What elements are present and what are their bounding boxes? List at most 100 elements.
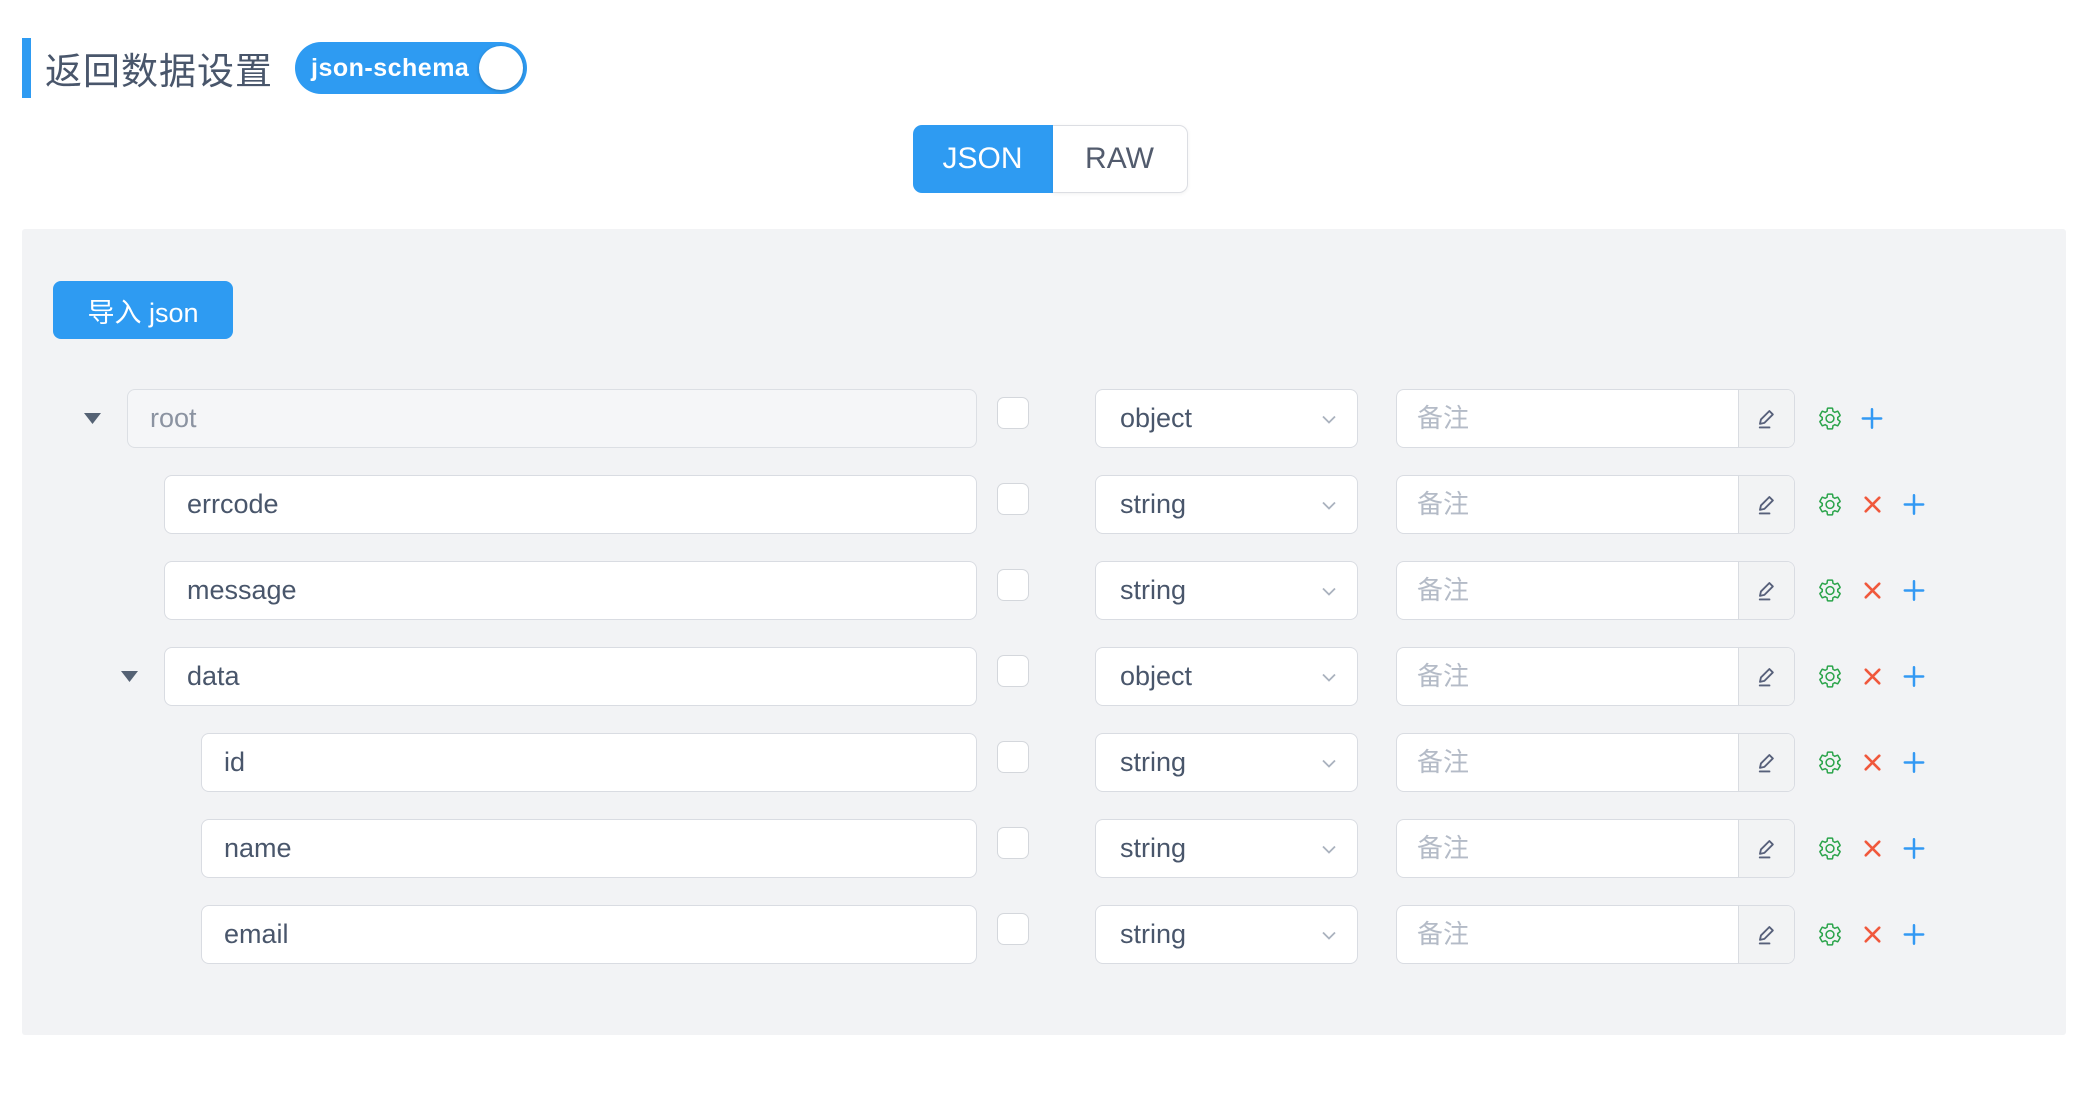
field-name-input[interactable] [201,905,977,964]
row-actions [1817,406,1927,432]
delete-field-icon[interactable] [1859,492,1885,518]
settings-icon[interactable] [1817,664,1843,690]
schema-row: object [22,647,1927,706]
comment-field-group [1396,905,1795,964]
edit-pencil-icon [1754,836,1780,862]
edit-pencil-icon [1754,664,1780,690]
comment-input[interactable] [1397,476,1738,533]
required-checkbox[interactable] [997,655,1029,687]
import-json-button[interactable]: 导入 json [53,281,233,339]
delete-field-icon[interactable] [1859,750,1885,776]
edit-pencil-icon [1754,750,1780,776]
add-field-icon[interactable] [1901,578,1927,604]
schema-row: string [22,733,1927,792]
collapse-caret-icon[interactable] [112,671,147,682]
required-checkbox[interactable] [997,827,1029,859]
comment-field-group [1396,819,1795,878]
comment-field-group [1396,561,1795,620]
comment-input[interactable] [1397,734,1738,791]
type-select[interactable]: string [1095,475,1358,534]
field-name-input[interactable] [201,819,977,878]
delete-field-icon[interactable] [1859,664,1885,690]
schema-row: string [22,905,1927,964]
schema-row: object [22,389,1927,448]
comment-field-group [1396,389,1795,448]
settings-icon[interactable] [1817,922,1843,948]
field-name-input[interactable] [164,475,977,534]
comment-input[interactable] [1397,562,1738,619]
settings-icon[interactable] [1817,492,1843,518]
add-field-icon[interactable] [1901,922,1927,948]
type-select[interactable]: string [1095,819,1358,878]
chevron-down-icon [1317,407,1341,431]
settings-icon[interactable] [1817,750,1843,776]
schema-row: string [22,475,1927,534]
edit-comment-button[interactable] [1738,390,1794,447]
edit-comment-button[interactable] [1738,562,1794,619]
title-accent-bar [22,38,31,98]
add-field-icon[interactable] [1859,406,1885,432]
collapse-caret-icon[interactable] [75,413,110,424]
required-checkbox[interactable] [997,483,1029,515]
json-schema-toggle[interactable]: json-schema [295,42,527,94]
required-checkbox[interactable] [997,913,1029,945]
delete-field-icon[interactable] [1859,836,1885,862]
chevron-down-icon [1317,751,1341,775]
type-select[interactable]: string [1095,905,1358,964]
type-select-value: string [1120,919,1186,950]
comment-field-group [1396,647,1795,706]
tab-raw[interactable]: RAW [1053,125,1188,193]
edit-comment-button[interactable] [1738,648,1794,705]
settings-icon[interactable] [1817,406,1843,432]
edit-comment-button[interactable] [1738,734,1794,791]
type-select-value: string [1120,747,1186,778]
row-actions [1817,750,1927,776]
comment-input[interactable] [1397,648,1738,705]
type-select[interactable]: string [1095,561,1358,620]
required-checkbox[interactable] [997,569,1029,601]
comment-input[interactable] [1397,390,1738,447]
page-title: 返回数据设置 [45,41,273,95]
settings-icon[interactable] [1817,578,1843,604]
row-actions [1817,836,1927,862]
type-select-value: object [1120,403,1192,434]
row-actions [1817,492,1927,518]
field-name-input[interactable] [164,647,977,706]
tab-json[interactable]: JSON [913,125,1053,193]
add-field-icon[interactable] [1901,492,1927,518]
add-field-icon[interactable] [1901,664,1927,690]
edit-pencil-icon [1754,406,1780,432]
delete-field-icon[interactable] [1859,922,1885,948]
type-select[interactable]: object [1095,647,1358,706]
edit-comment-button[interactable] [1738,476,1794,533]
field-name-input[interactable] [201,733,977,792]
comment-field-group [1396,733,1795,792]
type-select-value: string [1120,575,1186,606]
add-field-icon[interactable] [1901,750,1927,776]
schema-row: string [22,819,1927,878]
required-checkbox[interactable] [997,741,1029,773]
row-actions [1817,922,1927,948]
edit-pencil-icon [1754,578,1780,604]
required-checkbox[interactable] [997,397,1029,429]
schema-rows: object [22,389,1927,964]
comment-input[interactable] [1397,906,1738,963]
toggle-knob [479,46,523,90]
page-header: 返回数据设置 json-schema [22,38,2100,98]
add-field-icon[interactable] [1901,836,1927,862]
delete-field-icon[interactable] [1859,578,1885,604]
row-actions [1817,578,1927,604]
type-select[interactable]: object [1095,389,1358,448]
settings-icon[interactable] [1817,836,1843,862]
chevron-down-icon [1317,493,1341,517]
type-select[interactable]: string [1095,733,1358,792]
field-name-input[interactable] [127,389,977,448]
edit-comment-button[interactable] [1738,906,1794,963]
comment-field-group [1396,475,1795,534]
field-name-input[interactable] [164,561,977,620]
row-actions [1817,664,1927,690]
chevron-down-icon [1317,665,1341,689]
edit-comment-button[interactable] [1738,820,1794,877]
comment-input[interactable] [1397,820,1738,877]
chevron-down-icon [1317,837,1341,861]
